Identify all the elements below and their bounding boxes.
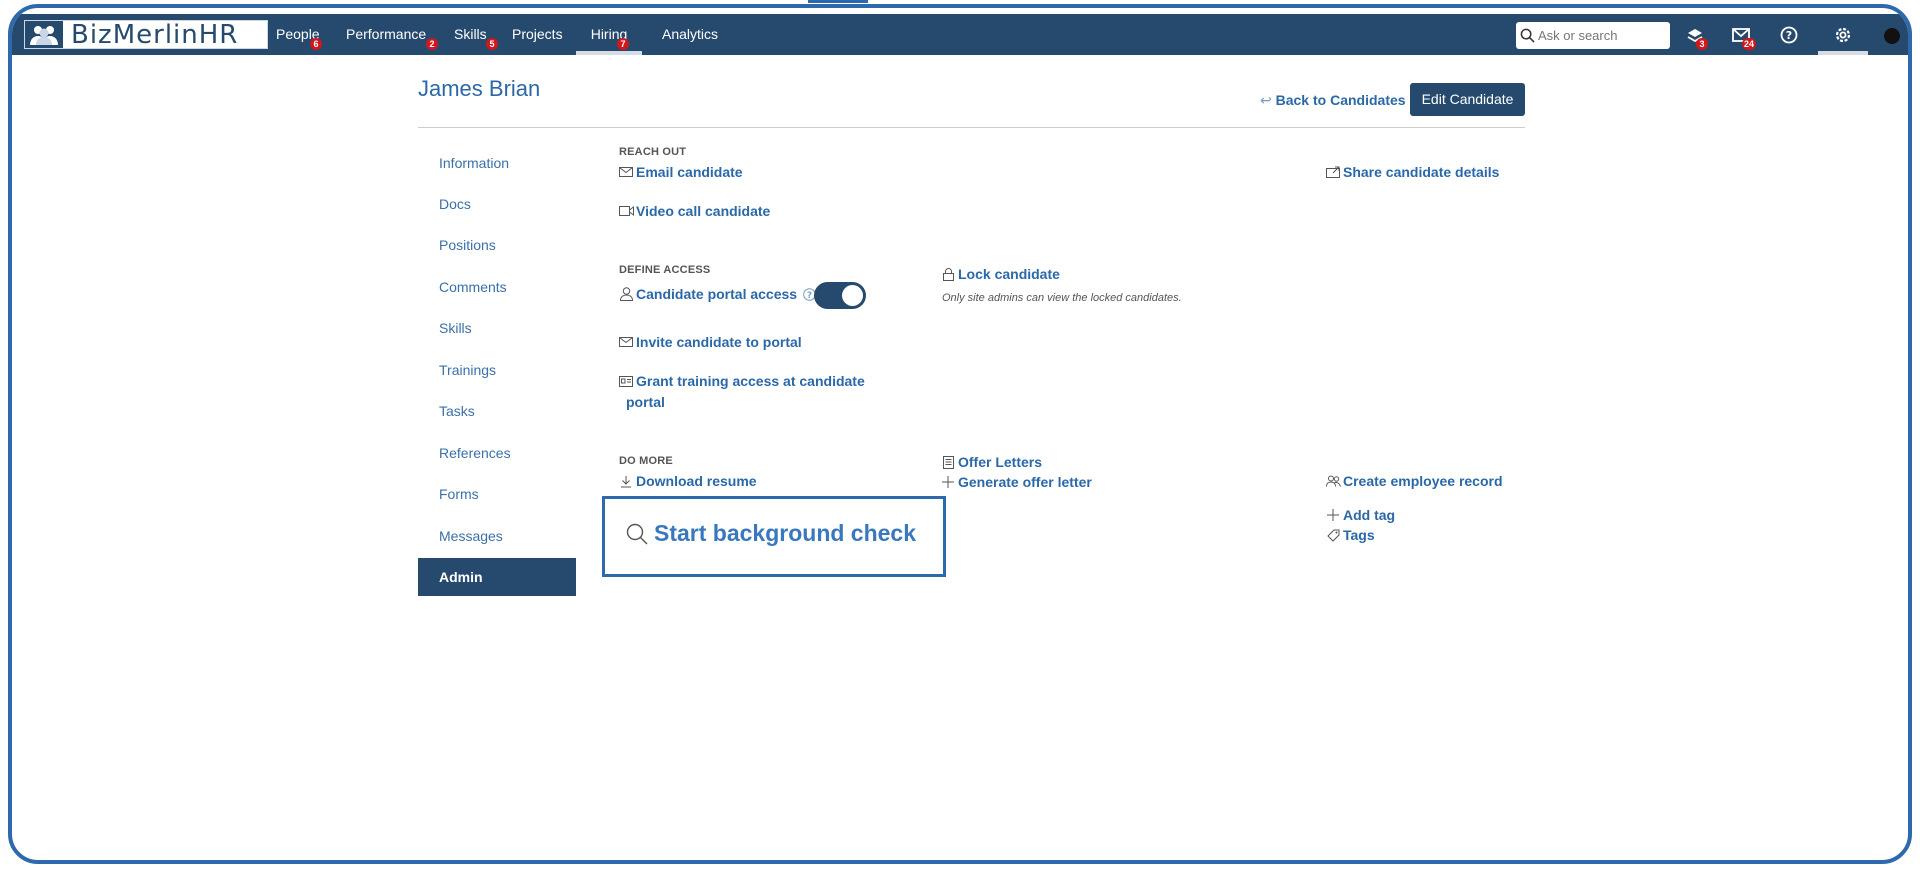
download-resume-link[interactable]: Download resume <box>618 473 757 489</box>
add-tag-label: Add tag <box>1343 507 1396 523</box>
nav-people-badge: 6 <box>310 38 322 50</box>
nav-projects[interactable]: Projects <box>512 14 563 55</box>
video-call-candidate-link[interactable]: Video call candidate <box>618 203 770 219</box>
invite-candidate-label: Invite candidate to portal <box>636 334 802 350</box>
plus-icon <box>940 476 956 488</box>
invite-candidate-link[interactable]: Invite candidate to portal <box>618 334 802 350</box>
id-card-icon <box>618 375 634 387</box>
people-logo-icon <box>25 21 63 48</box>
add-tag-link[interactable]: Add tag <box>1325 507 1395 523</box>
generate-offer-label: Generate offer letter <box>958 474 1092 490</box>
download-resume-label: Download resume <box>636 473 757 489</box>
back-link-label: Back to Candidates <box>1275 92 1406 108</box>
sidebar-item-messages[interactable]: Messages <box>418 517 576 555</box>
download-icon <box>618 475 634 488</box>
offer-letters-link[interactable]: Offer Letters <box>940 454 1042 470</box>
back-to-candidates-link[interactable]: ↩ Back to Candidates <box>1260 92 1406 109</box>
lock-icon <box>940 267 956 281</box>
grant-training-label-2: portal <box>626 394 665 410</box>
grant-training-access-link[interactable]: Grant training access at candidate <box>618 373 865 389</box>
sidebar-item-positions[interactable]: Positions <box>418 226 576 264</box>
reach-out-heading: REACH OUT <box>619 146 687 158</box>
edit-candidate-button[interactable]: Edit Candidate <box>1410 83 1525 116</box>
nav-analytics[interactable]: Analytics <box>662 14 718 55</box>
search-input[interactable] <box>1538 28 1666 43</box>
help-icon[interactable]: ? <box>1778 24 1800 46</box>
nav-performance-badge: 2 <box>426 38 438 50</box>
background-check-label: Start background check <box>654 520 917 546</box>
search-icon <box>626 523 648 545</box>
lock-hint-text: Only site admins can view the locked can… <box>942 292 1182 304</box>
envelope-icon <box>618 337 634 347</box>
nav-analytics-label: Analytics <box>662 26 719 42</box>
nav-hiring[interactable]: Hiring <box>576 14 642 55</box>
portal-access-toggle[interactable] <box>814 282 866 309</box>
sidebar-item-forms[interactable]: Forms <box>418 475 576 513</box>
start-background-check-link[interactable]: Start background check <box>626 520 916 547</box>
define-access-heading: DEFINE ACCESS <box>619 264 711 276</box>
candidate-portal-access-label: Candidate portal access ? <box>618 286 816 302</box>
tags-label: Tags <box>1343 527 1375 543</box>
messages-badge: 24 <box>1742 38 1757 50</box>
toggle-knob <box>842 285 863 306</box>
document-icon <box>940 455 956 469</box>
tags-link[interactable]: Tags <box>1325 527 1375 543</box>
offer-letters-label: Offer Letters <box>958 454 1043 470</box>
user-icon <box>618 287 634 301</box>
create-employee-record-link[interactable]: Create employee record <box>1325 473 1503 489</box>
generate-offer-letter-link[interactable]: Generate offer letter <box>940 474 1092 490</box>
lock-candidate-label: Lock candidate <box>958 266 1060 282</box>
sidebar-item-comments[interactable]: Comments <box>418 268 576 306</box>
nav-projects-label: Projects <box>512 26 563 42</box>
top-accent-bar <box>808 0 868 3</box>
share-icon <box>1325 166 1341 178</box>
envelope-icon <box>618 167 634 177</box>
search-box[interactable] <box>1516 22 1670 49</box>
video-camera-icon <box>618 206 634 216</box>
header-divider <box>418 127 1525 128</box>
nav-skills-badge: 5 <box>486 38 498 50</box>
page-title: James Brian <box>418 76 541 101</box>
plus-icon <box>1325 509 1341 521</box>
nav-performance-label: Performance <box>346 26 427 42</box>
top-nav-bar: BizMerlinHR People 6 Performance 2 Skill… <box>12 14 1908 55</box>
share-candidate-details-link[interactable]: Share candidate details <box>1325 164 1499 180</box>
tag-icon <box>1325 529 1341 542</box>
app-frame: BizMerlinHR People 6 Performance 2 Skill… <box>8 4 1912 864</box>
grant-training-access-link-cont[interactable]: portal <box>626 394 665 410</box>
sidebar-item-docs[interactable]: Docs <box>418 185 576 223</box>
video-call-label: Video call candidate <box>636 203 771 219</box>
user-avatar[interactable] <box>1882 26 1902 46</box>
sidebar-item-skills[interactable]: Skills <box>418 309 576 347</box>
grant-training-label-1: Grant training access at candidate <box>636 373 865 389</box>
sidebar-item-tasks[interactable]: Tasks <box>418 392 576 430</box>
email-candidate-link[interactable]: Email candidate <box>618 164 743 180</box>
sidebar-item-information[interactable]: Information <box>418 144 576 182</box>
sidebar-item-trainings[interactable]: Trainings <box>418 351 576 389</box>
nav-skills[interactable]: Skills <box>454 14 487 55</box>
logo[interactable]: BizMerlinHR <box>24 19 268 50</box>
create-employee-label: Create employee record <box>1343 473 1503 489</box>
portal-access-text: Candidate portal access <box>636 286 798 302</box>
svg-text:?: ? <box>1786 29 1792 42</box>
email-candidate-label: Email candidate <box>636 164 743 180</box>
notifications-badge: 3 <box>1696 38 1708 50</box>
nav-performance[interactable]: Performance <box>346 14 426 55</box>
search-icon <box>1520 28 1535 43</box>
gear-icon[interactable] <box>1832 24 1854 46</box>
logo-text: BizMerlinHR <box>71 19 239 50</box>
share-candidate-label: Share candidate details <box>1343 164 1500 180</box>
lock-candidate-link[interactable]: Lock candidate <box>940 266 1060 282</box>
do-more-heading: DO MORE <box>619 455 673 467</box>
sidebar-item-admin[interactable]: Admin <box>418 558 576 596</box>
users-icon <box>1325 475 1341 487</box>
back-arrow-icon: ↩ <box>1260 92 1272 108</box>
nav-skills-label: Skills <box>454 26 487 42</box>
nav-hiring-badge: 7 <box>617 38 629 50</box>
svg-text:?: ? <box>807 291 812 301</box>
sidebar-item-references[interactable]: References <box>418 434 576 472</box>
